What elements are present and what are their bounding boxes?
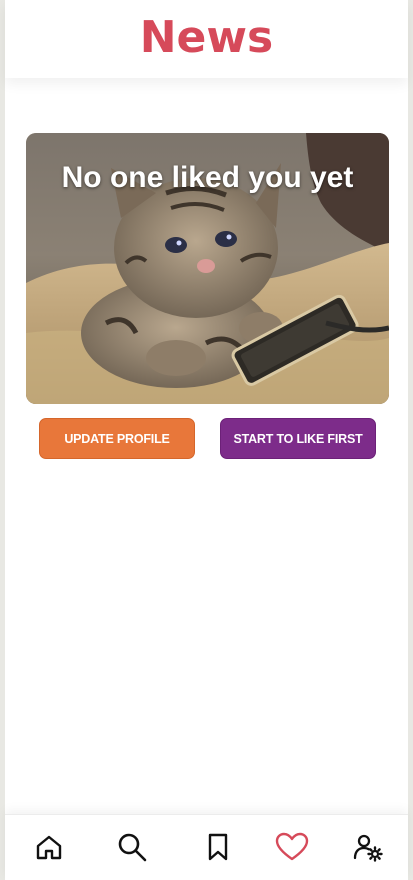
nav-home[interactable]	[32, 830, 66, 864]
nav-likes[interactable]	[275, 830, 309, 864]
nav-search[interactable]	[115, 830, 149, 864]
header: News	[5, 0, 408, 78]
home-icon	[36, 835, 62, 860]
page-title: News	[139, 11, 274, 63]
bottom-navigation	[5, 814, 408, 880]
app-screen: News No one liked you yet UPDATE PROFILE…	[5, 0, 408, 880]
update-profile-button[interactable]: UPDATE PROFILE	[39, 418, 195, 459]
bookmark-icon	[208, 833, 228, 861]
nav-bookmarks[interactable]	[201, 830, 235, 864]
user-settings-icon	[353, 834, 383, 862]
nav-profile-settings[interactable]	[351, 830, 385, 864]
empty-state-message: No one liked you yet	[61, 161, 354, 194]
start-to-like-button[interactable]: START TO LIKE FIRST	[220, 418, 376, 459]
search-icon	[118, 833, 147, 862]
heart-icon	[275, 832, 309, 861]
empty-state-image: No one liked you yet	[26, 133, 389, 404]
